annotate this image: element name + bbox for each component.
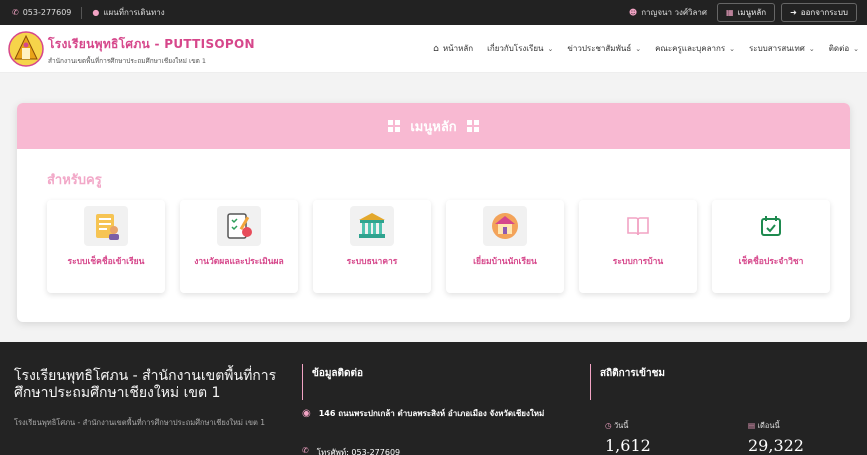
- bank-icon: [350, 206, 394, 246]
- tile-label: ระบบการบ้าน: [612, 257, 664, 267]
- nav-info-system[interactable]: ระบบสารสนเทศ ⌄: [749, 42, 815, 55]
- calendar-check-icon: [749, 206, 793, 246]
- user-name: กาญจนา วงศ์วิลาศ: [641, 8, 707, 17]
- nav-label: เกี่ยวกับโรงเรียน: [487, 44, 544, 53]
- main-nav: ⌂ หน้าหลัก เกี่ยวกับโรงเรียน ⌄ ข่าวประชา…: [433, 42, 859, 55]
- stat-label: เดือนนี้: [757, 421, 780, 430]
- chevron-down-icon: ⌄: [808, 44, 815, 53]
- map-pin-icon: ●: [92, 8, 100, 17]
- tile-label: ระบบเช็คชื่อเข้าเรียน: [67, 257, 145, 267]
- tile-assessment[interactable]: งานวัดผลและประเมินผล: [180, 200, 298, 293]
- main-menu-button[interactable]: ▦ เมนูหลัก: [717, 3, 776, 22]
- stats-section: สถิติการเข้าชม: [600, 366, 665, 381]
- brand-subtitle: สำนักงานเขตพื้นที่การศึกษาประถมศึกษาเชีย…: [48, 57, 207, 65]
- divider: [302, 364, 303, 400]
- main-menu-title: เมนูหลัก: [410, 119, 457, 135]
- nav-staff[interactable]: คณะครูและบุคลากร ⌄: [655, 42, 735, 55]
- footer-school-name: โรงเรียนพุทธิโศภน - สำนักงานเขตพื้นที่กา…: [14, 368, 277, 401]
- phone-icon: ✆: [302, 446, 309, 455]
- brand[interactable]: โรงเรียนพุทธิโศภน - PUTTISOPON สำนักงานเ…: [48, 35, 255, 66]
- contact-section: ข้อมูลติดต่อ: [312, 366, 582, 381]
- footer-school-desc: โรงเรียนพุทธิโศภน - สำนักงานเขตพื้นที่กา…: [14, 418, 266, 427]
- tile-subject-attendance[interactable]: เช็คชื่อประจำวิชา: [712, 200, 830, 293]
- main-menu-label: เมนูหลัก: [737, 8, 767, 17]
- tile-attendance[interactable]: ระบบเช็คชื่อเข้าเรียน: [47, 200, 165, 293]
- nav-label: ระบบสารสนเทศ: [749, 44, 805, 53]
- nav-home[interactable]: ⌂ หน้าหลัก: [433, 42, 473, 55]
- stat-today: ◷ วันนี้ 1,612: [605, 420, 651, 455]
- logout-icon: ➜: [790, 8, 797, 17]
- logout-label: ออกจากระบบ: [800, 8, 848, 17]
- nav-news[interactable]: ข่าวประชาสัมพันธ์ ⌄: [567, 42, 641, 55]
- site-header: โรงเรียนพุทธิโศภน - PUTTISOPON สำนักงานเ…: [0, 25, 867, 73]
- stat-value: 1,612: [605, 436, 651, 455]
- nav-label: คณะครูและบุคลากร: [655, 44, 726, 53]
- teacher-tiles: ระบบเช็คชื่อเข้าเรียน งานวัดผลและประเมิน…: [47, 200, 830, 293]
- nav-label: ข่าวประชาสัมพันธ์: [567, 44, 632, 53]
- home-visit-icon: [483, 206, 527, 246]
- grid-icon: [388, 120, 401, 132]
- tile-home-visit[interactable]: เยี่ยมบ้านนักเรียน: [446, 200, 564, 293]
- tile-bank[interactable]: ระบบธนาคาร: [313, 200, 431, 293]
- tile-label: ระบบธนาคาร: [346, 257, 398, 267]
- chevron-down-icon: ⌄: [729, 44, 735, 53]
- clock-icon: ◷: [605, 421, 612, 430]
- phone-text: โทรศัพท์: 053-277609: [316, 448, 401, 455]
- tile-label: งานวัดผลและประเมินผล: [194, 257, 284, 267]
- footer-phone: ✆ โทรศัพท์: 053-277609: [302, 446, 400, 455]
- nav-about[interactable]: เกี่ยวกับโรงเรียน ⌄: [487, 42, 553, 55]
- school-logo[interactable]: [8, 31, 44, 67]
- main-menu-bar: เมนูหลัก: [17, 103, 850, 149]
- user-icon: ☻: [628, 8, 638, 17]
- chevron-down-icon: ⌄: [547, 44, 554, 53]
- stats-title: สถิติการเข้าชม: [600, 368, 665, 379]
- book-icon: [616, 206, 660, 246]
- map-link[interactable]: แผนที่การเดินทาง: [103, 6, 164, 19]
- home-icon: ⌂: [433, 43, 439, 54]
- user-menu[interactable]: ☻ กาญจนา วงศ์วิลาศ: [629, 6, 707, 19]
- stat-value: 29,322: [748, 436, 804, 455]
- topbar-phone: 053-277609: [22, 8, 72, 17]
- top-bar: ✆ 053-277609 ● แผนที่การเดินทาง ☻ กาญจนา…: [0, 0, 867, 25]
- grid-icon: [466, 120, 479, 132]
- brand-name: โรงเรียนพุทธิโศภน - PUTTISOPON: [48, 37, 255, 51]
- divider: [81, 6, 83, 19]
- grid-icon: ▦: [726, 8, 734, 17]
- divider: [590, 364, 591, 400]
- logout-button[interactable]: ➜ ออกจากระบบ: [781, 3, 857, 22]
- footer-address: ◉ 146 ถนนพระปกเกล้า ตำบลพระสิงห์ อำเภอเม…: [302, 408, 582, 420]
- stat-label: วันนี้: [613, 421, 629, 430]
- chevron-down-icon: ⌄: [635, 44, 642, 53]
- nav-label: ติดต่อ: [828, 44, 850, 53]
- contact-title: ข้อมูลติดต่อ: [312, 368, 364, 379]
- phone-icon: ✆: [12, 8, 19, 17]
- stat-month: ▤ เดือนนี้ 29,322: [748, 420, 804, 455]
- tile-homework[interactable]: ระบบการบ้าน: [579, 200, 697, 293]
- map-pin-icon: ◉: [302, 408, 311, 419]
- chevron-down-icon: ⌄: [853, 44, 859, 53]
- main-menu-card: เมนูหลัก สำหรับครู ระบบเช็คชื่อเข้าเรียน…: [17, 103, 850, 322]
- address-text: 146 ถนนพระปกเกล้า ตำบลพระสิงห์ อำเภอเมือ…: [318, 409, 545, 418]
- clipboard-teacher-icon: [84, 206, 128, 246]
- tile-label: เยี่ยมบ้านนักเรียน: [473, 257, 537, 267]
- nav-label: หน้าหลัก: [442, 44, 474, 53]
- calendar-icon: ▤: [748, 421, 756, 430]
- tile-label: เช็คชื่อประจำวิชา: [738, 257, 804, 267]
- nav-contact[interactable]: ติดต่อ ⌄: [829, 42, 859, 55]
- site-footer: โรงเรียนพุทธิโศภน - สำนักงานเขตพื้นที่กา…: [0, 342, 867, 455]
- assessment-icon: [217, 206, 261, 246]
- section-title: สำหรับครู: [47, 173, 102, 188]
